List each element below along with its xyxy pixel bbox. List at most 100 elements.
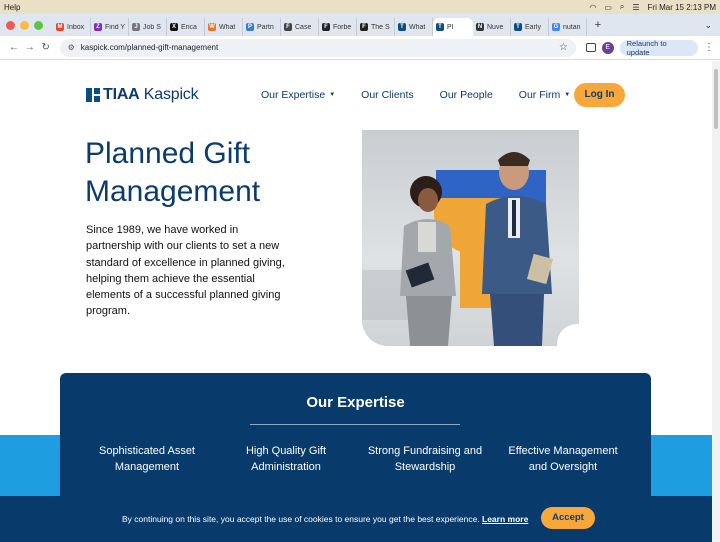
page-icon: W — [208, 23, 216, 31]
main-nav: Our Expertise ▼ Our Clients Our People Our F… — [261, 89, 570, 101]
learn-more-link[interactable]: Learn more — [482, 514, 528, 524]
login-button[interactable]: Log In — [574, 83, 625, 107]
tab-label: Case — [295, 23, 312, 31]
browser-tab[interactable]: Gnutan — [549, 18, 587, 36]
tab-label: Job S — [143, 23, 161, 31]
tab-label: What — [409, 23, 426, 31]
businesswoman-figure — [400, 176, 456, 346]
forbes-icon: F — [322, 23, 330, 31]
hero-photo — [362, 130, 579, 346]
browser-tab[interactable]: J Job S — [129, 18, 167, 36]
hero-description: Since 1989, we have worked in partnershi… — [86, 224, 285, 318]
help-menu[interactable]: Help — [4, 3, 20, 12]
tab-label: Inbox — [67, 23, 85, 31]
google-icon: G — [552, 23, 560, 31]
tab-search-icon[interactable]: ⌄ — [704, 20, 712, 31]
menu-bar-status: ◠ ▭ ⌕ ☰ Fri Mar 15 2:13 PM — [589, 2, 716, 12]
clock[interactable]: Fri Mar 15 2:13 PM — [648, 3, 716, 12]
chevron-down-icon: ▼ — [329, 92, 336, 98]
tiaa-icon: T — [514, 23, 522, 31]
accept-cookies-button[interactable]: Accept — [541, 507, 595, 529]
nav-item-label: Our Firm — [518, 89, 561, 101]
tab-label: The S — [371, 23, 390, 31]
nav-item-our-firm[interactable]: Our Firm ▼ — [519, 89, 570, 101]
tab-label: Erica — [181, 23, 197, 31]
tab-label: nutan — [563, 23, 581, 31]
browser-menu-icon[interactable]: ⋮ — [704, 42, 714, 53]
page-icon: P — [246, 23, 254, 31]
tiaa-icon: T — [398, 23, 406, 31]
address-toolbar: ← → ↻ ⚙ kaspick.com/planned-gift-managem… — [0, 36, 720, 60]
tab-strip: M Inbox Z Find Y J Job S X Erica W What P Partn F Cas… — [0, 14, 720, 36]
purple-z-icon: Z — [94, 23, 102, 31]
our-expertise-section: Our Expertise Sophisticated Asset Manage… — [60, 373, 651, 513]
expertise-item[interactable]: Strong Fundraising and Stewardship — [365, 443, 485, 475]
browser-tab[interactable]: N Nuve — [473, 18, 511, 36]
nuveen-icon: N — [476, 23, 484, 31]
businessman-figure — [482, 152, 554, 346]
nav-item-label: Our Expertise — [261, 89, 326, 101]
tab-label: Early — [525, 23, 541, 31]
nav-item-label: Our Clients — [361, 89, 414, 101]
window-controls — [6, 20, 43, 30]
close-window-button[interactable] — [6, 20, 15, 30]
side-panel-icon[interactable] — [585, 43, 596, 52]
url-bar[interactable]: ⚙ kaspick.com/planned-gift-management ☆ — [59, 38, 576, 57]
back-button[interactable]: ← — [6, 42, 22, 53]
mac-menu-bar: Help ◠ ▭ ⌕ ☰ Fri Mar 15 2:13 PM — [0, 0, 720, 14]
forward-button[interactable]: → — [22, 42, 38, 53]
page-scrollbar[interactable] — [712, 61, 720, 542]
control-center-icon[interactable]: ☰ — [632, 3, 639, 12]
ftc-icon: F — [284, 23, 292, 31]
browser-tab[interactable]: X Erica — [167, 18, 205, 36]
expertise-item[interactable]: Sophisticated Asset Management — [87, 443, 207, 475]
bookmark-star-icon[interactable]: ☆ — [559, 42, 568, 53]
browser-tab[interactable]: F Case — [281, 18, 319, 36]
expertise-divider — [250, 424, 460, 425]
x-icon: X — [170, 23, 178, 31]
browser-tab[interactable]: W What — [205, 18, 243, 36]
cookie-banner: By continuing on this site, you accept t… — [0, 496, 720, 542]
browser-tab[interactable]: Z Find Y — [91, 18, 129, 36]
tiaa-icon: T — [436, 23, 444, 31]
browser-tab[interactable]: P Partn — [243, 18, 281, 36]
forbes-icon: F — [360, 23, 368, 31]
tab-label: Pl — [447, 23, 454, 31]
minimize-window-button[interactable] — [20, 20, 29, 30]
tab-label: Forbe — [333, 23, 352, 31]
site-settings-icon[interactable]: ⚙ — [68, 43, 75, 52]
chevron-down-icon: ▼ — [564, 92, 571, 98]
browser-tab[interactable]: T What — [395, 18, 433, 36]
wifi-icon[interactable]: ◠ — [589, 3, 596, 12]
browser-tab[interactable]: T Early — [511, 18, 549, 36]
gmail-icon: M — [56, 23, 64, 31]
nav-item-our-expertise[interactable]: Our Expertise ▼ — [261, 89, 335, 101]
browser-tab[interactable]: F Forbe — [319, 18, 357, 36]
browser-tab[interactable]: F The S — [357, 18, 395, 36]
tab-label: Nuve — [487, 23, 504, 31]
profile-avatar[interactable]: E — [601, 41, 614, 54]
browser-tab[interactable]: M Inbox — [53, 18, 91, 36]
tab-label: Find Y — [105, 23, 125, 31]
tiaa-kaspick-logo[interactable]: TIAA Kaspick — [86, 86, 199, 104]
cookie-message: By continuing on this site, you accept t… — [122, 514, 480, 524]
nav-item-our-clients[interactable]: Our Clients — [361, 89, 414, 101]
expertise-item[interactable]: Effective Management and Oversight — [503, 443, 623, 475]
nav-item-our-people[interactable]: Our People — [440, 89, 493, 101]
nav-item-label: Our People — [439, 89, 493, 101]
relaunch-button[interactable]: Relaunch to update — [619, 39, 698, 57]
toolbar-right: E Relaunch to update ⋮ — [585, 39, 714, 57]
tiaa-logo-icon — [86, 88, 100, 102]
expertise-heading: Our Expertise — [306, 394, 405, 411]
page-title: Planned Gift Management — [85, 137, 261, 208]
reload-button[interactable]: ↻ — [38, 42, 54, 53]
scrollbar-thumb[interactable] — [714, 69, 718, 129]
maximize-window-button[interactable] — [34, 20, 43, 30]
expertise-item[interactable]: High Quality Gift Administration — [226, 443, 346, 475]
battery-icon[interactable]: ▭ — [604, 3, 612, 12]
url-text[interactable]: kaspick.com/planned-gift-management — [81, 43, 559, 52]
browser-tab[interactable]: T Pl — [433, 18, 473, 36]
new-tab-button[interactable]: + — [591, 19, 605, 31]
logo-text: TIAA Kaspick — [103, 86, 199, 103]
search-icon[interactable]: ⌕ — [620, 2, 624, 12]
